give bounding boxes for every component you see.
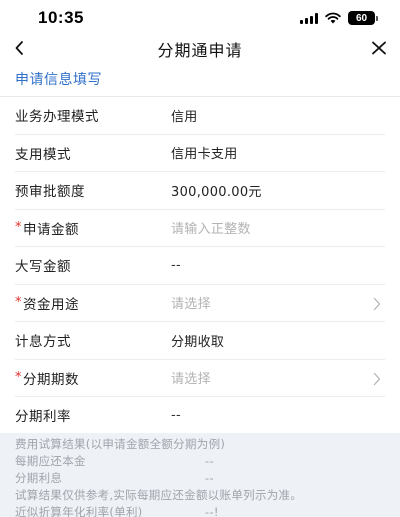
back-button[interactable] [10,38,28,58]
row-value: 分期收取 [171,334,225,350]
chevron-right-icon [373,297,381,310]
chevron-left-icon [15,41,23,55]
row-label: 业务办理模式 [15,109,99,126]
status-icons: 60 [300,11,378,25]
status-time: 10:35 [38,8,84,27]
row-value: 300,000.00元 [171,184,262,200]
row-preapproved-limit: 预审批额度 300,000.00元 [15,172,385,210]
signal-icon [300,12,318,24]
status-bar: 10:35 60 [0,0,400,36]
row-label: 资金用途 [23,296,79,313]
calc-label: 每期应还本金 [15,453,86,468]
row-label: 申请金额 [23,221,79,238]
calc-title: 费用试算结果(以申请金额全额分期为例) [15,435,385,452]
row-label: 支用模式 [15,146,71,163]
row-label: 分期利率 [15,409,71,426]
row-value: -- [171,257,181,273]
battery-icon: 60 [348,11,378,25]
calc-value: --! [205,504,219,517]
row-label-wrap: * 申请金额 [15,218,171,238]
close-icon [372,41,386,55]
row-value: -- [171,407,181,423]
battery-level: 60 [348,11,375,25]
calc-note-text: 试算结果仅供参考,实际每期应还金额以账单列示为准。 [15,487,303,502]
row-label: 计息方式 [15,334,71,351]
calc-label: 分期利息 [15,470,63,485]
row-installment-rate: 分期利率 -- [15,397,385,435]
row-label: 分期期数 [23,371,79,388]
calc-principal: 每期应还本金 -- [15,452,385,469]
row-business-mode: 业务办理模式 信用 [15,97,385,135]
fund-purpose-select[interactable]: 请选择 [171,293,211,312]
close-button[interactable] [370,39,388,57]
fee-calculation-panel: 费用试算结果(以申请金额全额分期为例) 每期应还本金 -- 分期利息 -- 试算… [0,433,400,517]
nav-bar: 分期通申请 [0,36,400,61]
required-mark: * [15,220,22,236]
calc-apr: 近似折算年化利率(单利) --! [15,503,385,517]
installment-periods-select[interactable]: 请选择 [171,368,211,387]
row-label-wrap: * 资金用途 [15,293,171,313]
calc-value: -- [205,453,214,468]
row-amount-in-words: 大写金额 -- [15,247,385,285]
required-mark: * [15,370,22,386]
row-label: 大写金额 [15,259,71,276]
calc-title-text: 费用试算结果(以申请金额全额分期为例) [15,436,226,451]
row-fund-purpose[interactable]: * 资金用途 请选择 [15,285,385,322]
row-label-wrap: * 分期期数 [15,368,171,388]
row-drawdown-mode: 支用模式 信用卡支用 [15,135,385,172]
calc-label: 近似折算年化利率(单利) [15,504,143,517]
application-form: 业务办理模式 信用 支用模式 信用卡支用 预审批额度 300,000.00元 *… [0,97,400,435]
page-title: 分期通申请 [157,40,243,60]
row-installment-periods[interactable]: * 分期期数 请选择 [15,360,385,397]
calc-note: 试算结果仅供参考,实际每期应还金额以账单列示为准。 [15,486,385,503]
wifi-icon [325,12,341,24]
required-mark: * [15,295,22,311]
row-value: 信用 [171,109,198,125]
calc-value: -- [205,470,214,485]
row-label: 预审批额度 [15,184,85,201]
row-value: 信用卡支用 [171,147,238,163]
section-title: 申请信息填写 [15,72,102,88]
chevron-right-icon [373,372,381,385]
row-apply-amount[interactable]: * 申请金额 请输入正整数 [15,210,385,247]
section-header: 申请信息填写 [0,62,400,97]
calc-interest: 分期利息 -- [15,469,385,486]
row-interest-method: 计息方式 分期收取 [15,322,385,360]
apply-amount-input[interactable]: 请输入正整数 [171,218,251,237]
